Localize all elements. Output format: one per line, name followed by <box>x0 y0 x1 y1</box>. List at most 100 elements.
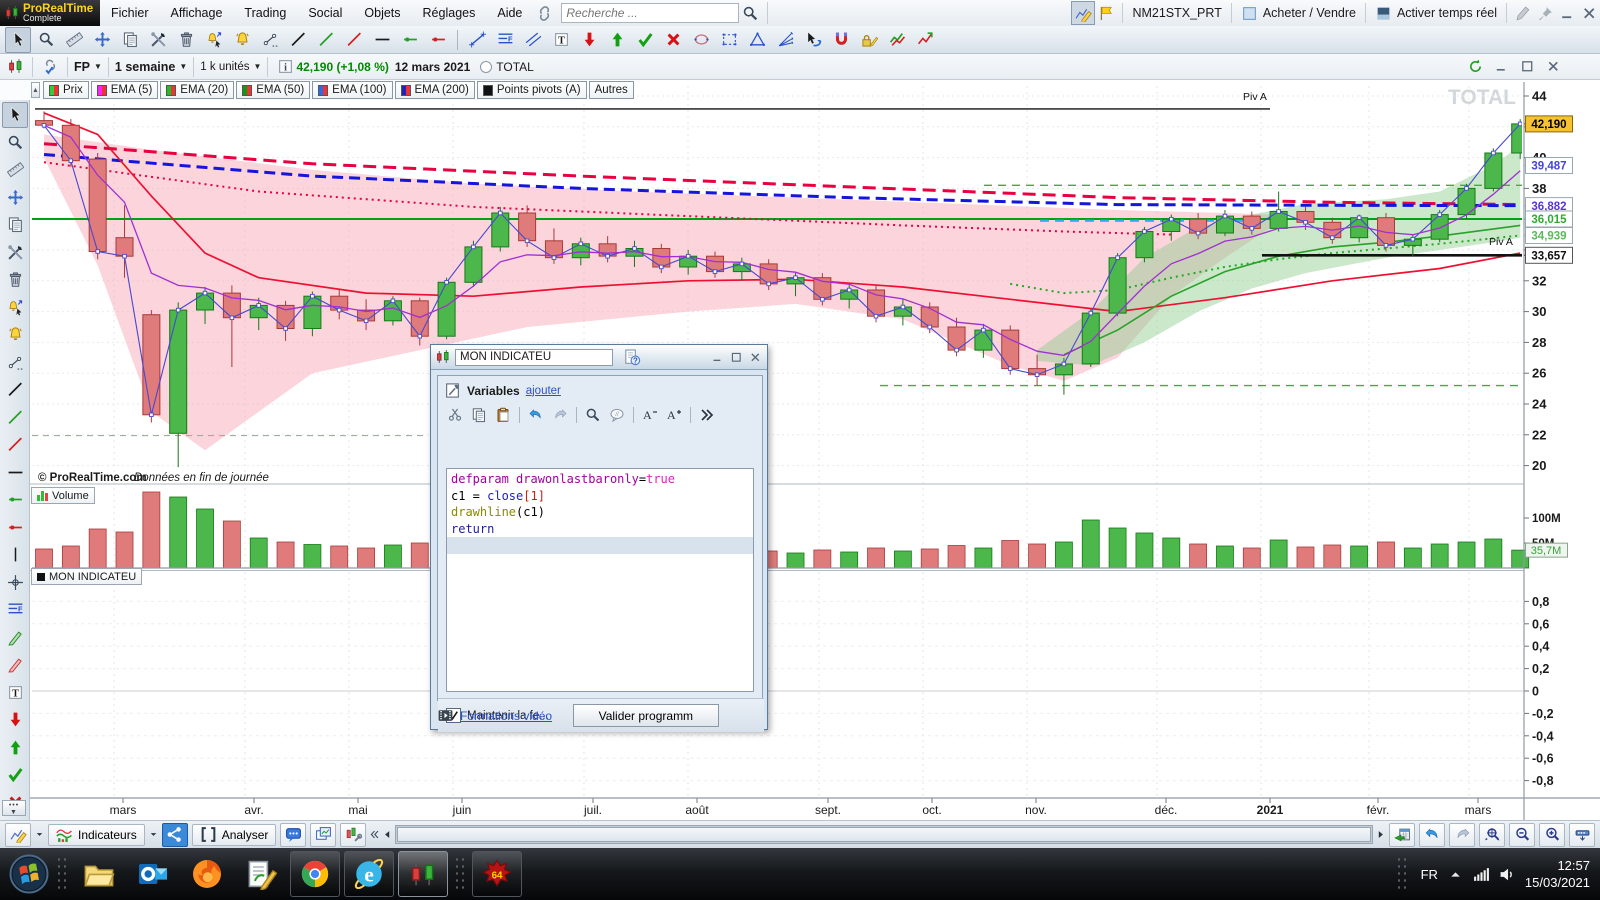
editor-chevrons-icon[interactable] <box>696 405 718 425</box>
volume-pane-label[interactable]: Volume <box>31 487 95 504</box>
more-tools-button[interactable]: ••• ▼ <box>2 800 26 816</box>
move-icon[interactable] <box>2 184 28 210</box>
pencil-red-icon[interactable] <box>2 652 28 678</box>
share-button[interactable] <box>161 822 188 847</box>
add-variable-link[interactable]: ajouter <box>526 385 561 397</box>
menu-trading[interactable]: Trading <box>233 6 297 20</box>
line-red-icon[interactable] <box>341 27 367 53</box>
magnifier-icon[interactable] <box>2 129 28 155</box>
hline-green-dot-icon[interactable] <box>397 27 423 53</box>
taskbar-firefox-icon[interactable] <box>186 852 228 896</box>
refresh-icon[interactable] <box>1464 59 1486 74</box>
indicator-button-autres[interactable]: Autres <box>588 81 634 99</box>
chart-maximize-icon[interactable] <box>1516 59 1538 74</box>
draw-indicator-icon[interactable] <box>1071 1 1096 25</box>
buy-sell-button[interactable]: Acheter / Vendre <box>1237 2 1360 24</box>
channel-icon[interactable] <box>520 27 546 53</box>
start-button[interactable] <box>6 851 52 897</box>
indicator-button-points-pivots-a-[interactable]: Points pivots (A) <box>476 81 587 99</box>
dialog-titlebar[interactable]: MON INDICATEU ? <box>431 345 767 370</box>
polygon-icon[interactable] <box>716 27 742 53</box>
realtime-toggle[interactable]: Activer temps réel <box>1371 2 1501 24</box>
search-input[interactable] <box>561 3 740 23</box>
editor-cut-icon[interactable] <box>444 405 466 425</box>
taskbar-ie-window[interactable]: e <box>344 851 394 897</box>
info-icon[interactable]: i <box>274 58 296 75</box>
flag-icon[interactable] <box>1095 2 1117 24</box>
arrow-down-icon[interactable] <box>2 707 28 733</box>
taskbar-notes-icon[interactable] <box>240 852 282 896</box>
editor-font-plus-icon[interactable]: A <box>663 405 685 425</box>
search-icon[interactable] <box>739 2 761 24</box>
taskbar-explorer-icon[interactable] <box>78 852 120 896</box>
hline-red-dot-icon[interactable] <box>425 27 451 53</box>
redo-button[interactable] <box>1449 822 1475 847</box>
editor-redo-icon[interactable] <box>549 405 571 425</box>
workspace-name[interactable]: NM21STX_PRT <box>1128 6 1225 20</box>
text-tool-icon[interactable]: T <box>548 27 574 53</box>
indicator-button-prix[interactable]: Prix <box>42 81 89 99</box>
alarm-add-icon[interactable] <box>2 294 28 320</box>
text-tool-icon[interactable]: T <box>2 679 28 705</box>
zoom-in-button[interactable] <box>1539 822 1565 847</box>
indicator-button-ema-50-[interactable]: EMA (50) <box>236 81 311 99</box>
windows-layout-button[interactable] <box>310 822 337 847</box>
editor-paste-icon[interactable] <box>492 405 514 425</box>
price-chart[interactable]: TOTAL mars avr. mai juin juil. août sept. oct. no… <box>0 82 1600 820</box>
chart-minimize-icon[interactable] <box>1490 59 1512 74</box>
cursor-undo-icon[interactable] <box>800 27 826 53</box>
line-green-icon[interactable] <box>313 27 339 53</box>
go-to-date-button[interactable] <box>1389 822 1415 847</box>
close-icon[interactable] <box>1578 2 1600 24</box>
instrument-radio[interactable]: TOTAL <box>480 60 534 74</box>
alarm-add-icon[interactable] <box>201 27 227 53</box>
editor-font-minus-icon[interactable]: A <box>639 405 661 425</box>
taskbar-prorealtime-window[interactable] <box>398 851 448 897</box>
tools-icon[interactable] <box>2 239 28 265</box>
zigzag2-icon[interactable] <box>912 27 938 53</box>
zigzag1-icon[interactable] <box>884 27 910 53</box>
cursor-icon[interactable] <box>2 101 28 128</box>
line-black-icon[interactable] <box>285 27 311 53</box>
fib-icon[interactable]: F <box>2 597 28 623</box>
comments-button[interactable] <box>280 822 307 847</box>
fan-icon[interactable] <box>772 27 798 53</box>
pencil-green-icon[interactable] <box>2 624 28 650</box>
cross-icon[interactable] <box>660 27 686 53</box>
hline-green-dot-icon[interactable] <box>2 487 28 513</box>
show-hidden-icons[interactable] <box>1447 866 1464 883</box>
zoom-out-button[interactable] <box>1509 822 1535 847</box>
speaker-icon[interactable] <box>1499 866 1516 883</box>
trash-icon[interactable] <box>2 267 28 293</box>
hline-black-icon[interactable] <box>369 27 395 53</box>
custom-indicator-pane-label[interactable]: MON INDICATEU <box>31 568 143 585</box>
indicator-button-ema-200-[interactable]: EMA (200) <box>394 81 475 99</box>
chart-type-icon[interactable] <box>4 58 26 75</box>
line-green-icon[interactable] <box>2 404 28 430</box>
chart-tools-button[interactable] <box>340 822 367 847</box>
timeframe-dropdown[interactable]: 1 semaine ▼ <box>115 60 187 74</box>
tools-icon[interactable] <box>145 27 171 53</box>
segment-icon[interactable] <box>257 27 283 53</box>
indicators-caret[interactable] <box>147 824 160 846</box>
undo-button[interactable] <box>1419 822 1445 847</box>
dialog-maximize-button[interactable] <box>728 349 744 365</box>
check-icon[interactable] <box>632 27 658 53</box>
link-chart-icon[interactable] <box>39 58 61 75</box>
pin-icon[interactable] <box>1534 2 1556 24</box>
trend-icon[interactable] <box>464 27 490 53</box>
units-dropdown[interactable]: 1 k unités ▼ <box>200 61 261 73</box>
triangle-icon[interactable] <box>744 27 770 53</box>
draw-tool-caret[interactable] <box>33 824 46 846</box>
arrow-up-icon[interactable] <box>604 27 630 53</box>
taskbar-outlook-icon[interactable] <box>132 852 174 896</box>
copy-icon[interactable] <box>2 212 28 238</box>
magnifier-icon[interactable] <box>33 27 59 53</box>
taskbar-chrome-window[interactable] <box>290 851 340 897</box>
video-training-link[interactable]: Formations vidéo <box>460 709 552 723</box>
menu-aide[interactable]: Aide <box>486 6 533 20</box>
alarm-icon[interactable] <box>229 27 255 53</box>
lock-pencil-icon[interactable] <box>856 27 882 53</box>
scroll-right-arrow[interactable] <box>1374 824 1387 846</box>
ellipse-icon[interactable] <box>688 27 714 53</box>
